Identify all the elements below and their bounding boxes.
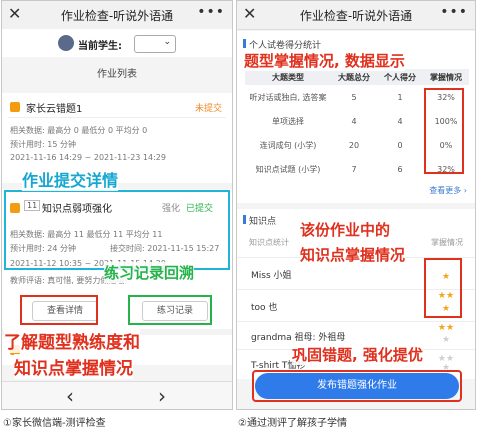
- more-icon[interactable]: •••: [197, 4, 225, 20]
- medal-icon: [10, 102, 20, 112]
- cyan-highlight-box: [4, 190, 230, 270]
- table-cell: 5: [351, 92, 357, 102]
- student-label: 当前学生:: [78, 41, 122, 52]
- annotation-kp-2: 知识点掌握情况: [300, 244, 406, 265]
- table-cell: 20: [348, 140, 360, 150]
- forward-arrow-icon[interactable]: ›: [158, 384, 166, 408]
- section-marker: [243, 215, 246, 224]
- annotation-practice-record: 练习记录回溯: [104, 262, 195, 283]
- see-more-link[interactable]: 查看更多 ›: [429, 185, 467, 196]
- green-highlight-box-practice: [128, 295, 212, 325]
- table-cell: 连词成句 (小学): [259, 140, 317, 150]
- homework-time: 预计用时: 15 分钟: [10, 140, 76, 149]
- section-title: 作业列表: [97, 69, 137, 80]
- annotation-kp-1: 该份作业中的: [300, 219, 391, 240]
- homework-stats: 相关数据: 最高分 0 最低分 0 平均分 0: [10, 126, 148, 135]
- table-cell: 0: [397, 140, 403, 150]
- left-title-bar: ✕ 作业检查-听说外语通 •••: [2, 1, 232, 30]
- section-marker: [243, 39, 246, 48]
- homework-range: 2021-11-16 14:29 ~ 2021-11-23 14:29: [10, 153, 166, 162]
- annotation-type-mastery: 题型掌握情况, 数据显示: [244, 50, 405, 71]
- right-caption: ②通过测评了解孩子学情: [238, 418, 347, 429]
- knowledge-section-title: 知识点: [249, 217, 277, 227]
- kp-label: Miss 小姐: [251, 271, 292, 281]
- table-header-row: 大题类型 大题总分 个人得分 掌握情况: [245, 69, 469, 85]
- kp-label: too 也: [251, 303, 278, 313]
- avatar: [58, 35, 74, 51]
- table-cell: 4: [351, 116, 357, 126]
- right-title-bar: ✕ 作业检查-听说外语通 •••: [237, 1, 475, 30]
- table-header: 掌握情况: [423, 69, 469, 85]
- table-header: 大题总分: [331, 69, 377, 85]
- table-cell: 1: [397, 92, 403, 102]
- student-selector-row: 当前学生: ⌄: [2, 29, 232, 57]
- kp-label: grandma 祖母: 外祖母: [251, 333, 346, 343]
- annotation-question-mastery-1: 了解题型熟练度和: [4, 328, 140, 353]
- annotation-consolidate: 巩固错题, 强化提优: [292, 344, 423, 365]
- chevron-down-icon: ⌄: [163, 37, 171, 47]
- divider: [8, 117, 226, 118]
- red-highlight-box-percent: [424, 88, 464, 174]
- annotation-submit-detail: 作业提交详情: [22, 167, 119, 191]
- kp-header-left: 知识点统计: [249, 238, 289, 247]
- annotation-question-mastery-2: 知识点掌握情况: [14, 354, 133, 379]
- table-cell: 知识点试题 (小学): [255, 164, 321, 174]
- red-highlight-box-stars: [424, 258, 462, 318]
- star-icon: ★: [441, 335, 451, 345]
- table-cell: 6: [397, 164, 403, 174]
- table-header: 个人得分: [377, 69, 423, 85]
- red-highlight-box-detail: [20, 295, 98, 325]
- table-cell: 单项选择: [272, 116, 304, 126]
- more-icon[interactable]: •••: [440, 4, 468, 20]
- back-arrow-icon[interactable]: ‹: [66, 384, 74, 408]
- table-cell: 7: [351, 164, 357, 174]
- left-caption: ①家长微信端-测评检查: [3, 418, 106, 429]
- homework-title: 家长云错题1: [26, 104, 83, 115]
- table-cell: 4: [397, 116, 403, 126]
- status-badge: 未提交: [194, 104, 222, 114]
- table-cell: 听对话或独白, 选答案: [249, 92, 327, 102]
- table-header: 大题类型: [245, 69, 331, 85]
- student-dropdown[interactable]: ⌄: [134, 35, 176, 53]
- red-highlight-box-publish: [252, 370, 462, 402]
- bottom-nav: ‹ ›: [2, 381, 232, 409]
- kp-header-right: 掌握情况: [431, 238, 463, 247]
